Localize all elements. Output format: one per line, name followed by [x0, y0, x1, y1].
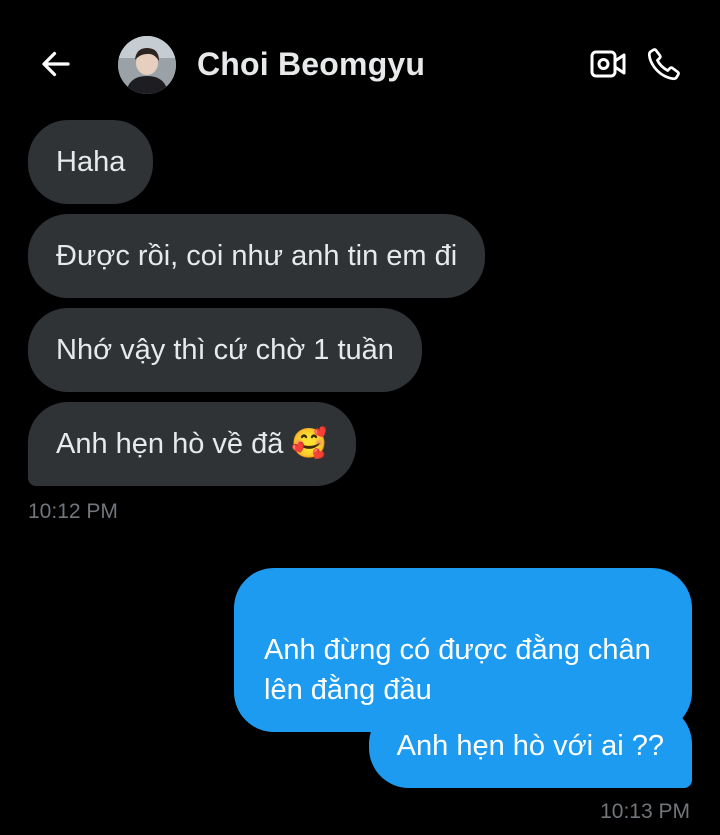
message-text: Nhớ vậy thì cứ chờ 1 tuần [56, 334, 394, 366]
message-timestamp: 10:13 PM [600, 800, 690, 823]
avatar-image [118, 36, 176, 94]
message-text: Anh hẹn hò về đã 🥰 [56, 428, 328, 460]
message-text: Haha [56, 146, 126, 178]
avatar[interactable] [118, 36, 176, 94]
chat-header: Choi Beomgyu [0, 0, 720, 112]
video-call-icon [590, 50, 626, 78]
message-text: Anh hẹn hò với ai ?? [396, 730, 664, 762]
arrow-left-icon [42, 51, 70, 77]
message-text: Anh đừng có được đằng chân lên đằng đầu [264, 634, 651, 706]
message-bubble-incoming[interactable]: Nhớ vậy thì cứ chờ 1 tuần [28, 308, 422, 392]
message-text: Được rồi, coi như anh tin em đi [56, 240, 458, 272]
message-bubble-outgoing[interactable]: Anh hẹn hò với ai ?? [368, 704, 692, 788]
video-call-button[interactable] [586, 44, 630, 84]
back-button[interactable] [36, 44, 76, 84]
message-bubble-incoming[interactable]: Anh hẹn hò về đã 🥰 [28, 402, 356, 486]
message-bubble-incoming[interactable]: Haha [28, 120, 154, 204]
phone-icon [647, 48, 680, 81]
contact-name[interactable]: Choi Beomgyu [197, 46, 425, 83]
message-timestamp: 10:12 PM [28, 500, 118, 523]
message-bubble-incoming[interactable]: Được rồi, coi như anh tin em đi [28, 214, 486, 298]
phone-call-button[interactable] [642, 42, 686, 86]
